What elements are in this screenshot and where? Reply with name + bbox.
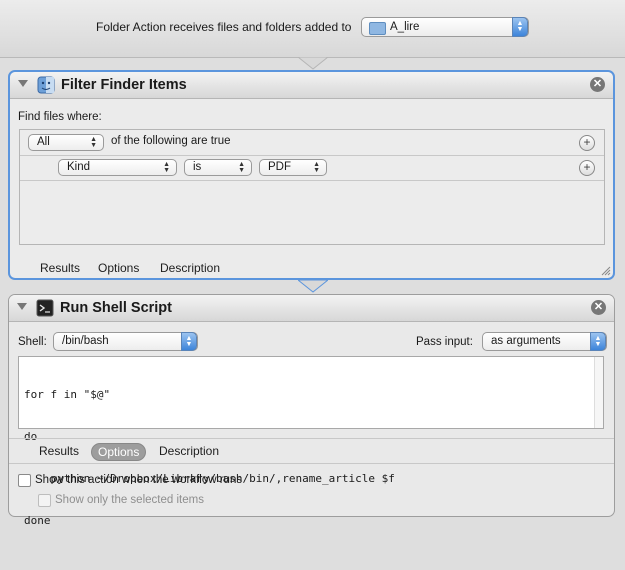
connector-notch bbox=[298, 280, 328, 293]
shell-popup[interactable]: /bin/bash ▲ ▼ bbox=[53, 332, 198, 351]
chevron-updown-icon: ▲ ▼ bbox=[90, 136, 97, 149]
show-action-label: Show this action when the workflow runs bbox=[35, 474, 243, 486]
folder-icon bbox=[369, 22, 386, 35]
action-title: Filter Finder Items bbox=[61, 77, 187, 93]
workflow-header: Folder Action receives files and folders… bbox=[0, 0, 625, 58]
tab-description[interactable]: Description bbox=[159, 444, 219, 458]
value-popup[interactable]: PDF ▲ ▼ bbox=[259, 159, 327, 176]
add-criteria-icon[interactable]: + bbox=[579, 160, 595, 176]
tab-results[interactable]: Results bbox=[40, 261, 80, 275]
folder-action-label: Folder Action receives files and folders… bbox=[96, 20, 352, 34]
pass-input-popup[interactable]: as arguments ▲ ▼ bbox=[482, 332, 607, 351]
options-panel-divider bbox=[9, 463, 614, 464]
action-tabs: Results Options Description bbox=[9, 440, 614, 464]
close-icon[interactable]: ✕ bbox=[590, 77, 605, 92]
disclosure-triangle-icon[interactable] bbox=[18, 80, 28, 87]
folder-value: A_lire bbox=[390, 21, 420, 33]
match-suffix: of the following are true bbox=[111, 135, 231, 147]
operator-value: is bbox=[193, 161, 202, 173]
show-action-checkbox[interactable] bbox=[18, 474, 31, 487]
chevron-updown-icon: ▲ ▼ bbox=[238, 161, 245, 174]
script-editor[interactable]: for f in "$@" do python ~/Dropbox/Librar… bbox=[18, 356, 604, 527]
pass-input-label: Pass input: bbox=[416, 336, 473, 348]
chevron-updown-icon: ▲ ▼ bbox=[512, 17, 528, 37]
pass-input-value: as arguments bbox=[491, 335, 561, 347]
close-icon[interactable]: ✕ bbox=[591, 300, 606, 315]
action-tabs: Results Options Description bbox=[10, 257, 613, 281]
criteria-row: Kind ▲ ▼ is ▲ ▼ PDF ▲ ▼ + bbox=[20, 155, 604, 181]
criteria-row-header: All ▲ ▼ of the following are true + bbox=[20, 130, 604, 156]
show-selected-checkbox[interactable] bbox=[38, 494, 51, 507]
find-files-label: Find files where: bbox=[18, 111, 102, 123]
terminal-icon bbox=[36, 299, 54, 317]
match-value: All bbox=[37, 136, 50, 148]
criteria-box: All ▲ ▼ of the following are true + Kind … bbox=[19, 129, 605, 245]
editor-scrollbar[interactable] bbox=[594, 357, 603, 428]
chevron-updown-icon: ▲ ▼ bbox=[163, 161, 170, 174]
chevron-updown-icon: ▲ ▼ bbox=[313, 161, 320, 174]
attribute-popup[interactable]: Kind ▲ ▼ bbox=[58, 159, 177, 176]
action-title: Run Shell Script bbox=[60, 300, 172, 316]
resize-grip-icon[interactable] bbox=[601, 266, 611, 276]
tab-description[interactable]: Description bbox=[160, 261, 220, 275]
operator-popup[interactable]: is ▲ ▼ bbox=[184, 159, 252, 176]
action-header: Run Shell Script ✕ bbox=[9, 295, 614, 322]
chevron-updown-icon: ▲ ▼ bbox=[181, 332, 197, 351]
folder-popup[interactable]: A_lire ▲ ▼ bbox=[361, 17, 529, 37]
script-line: done bbox=[24, 514, 51, 527]
filter-finder-items-action[interactable]: Filter Finder Items ✕ Find files where: … bbox=[8, 70, 615, 280]
shell-value: /bin/bash bbox=[62, 335, 109, 347]
match-popup[interactable]: All ▲ ▼ bbox=[28, 134, 104, 151]
shell-label: Shell: bbox=[18, 336, 47, 348]
disclosure-triangle-icon[interactable] bbox=[17, 303, 27, 310]
show-selected-label: Show only the selected items bbox=[55, 494, 204, 506]
tab-options[interactable]: Options bbox=[98, 261, 139, 275]
action-header: Filter Finder Items ✕ bbox=[10, 72, 613, 99]
connector-notch bbox=[298, 57, 328, 70]
tab-options[interactable]: Options bbox=[91, 443, 147, 461]
add-criteria-icon[interactable]: + bbox=[579, 135, 595, 151]
chevron-updown-icon: ▲ ▼ bbox=[590, 332, 606, 351]
attribute-value: Kind bbox=[67, 161, 91, 173]
script-line: for f in "$@" bbox=[24, 388, 111, 401]
tab-results[interactable]: Results bbox=[39, 444, 79, 458]
finder-icon bbox=[37, 76, 55, 94]
run-shell-script-action[interactable]: Run Shell Script ✕ Shell: /bin/bash ▲ ▼ P… bbox=[8, 294, 615, 527]
value-value: PDF bbox=[268, 161, 291, 173]
options-divider bbox=[9, 438, 614, 439]
